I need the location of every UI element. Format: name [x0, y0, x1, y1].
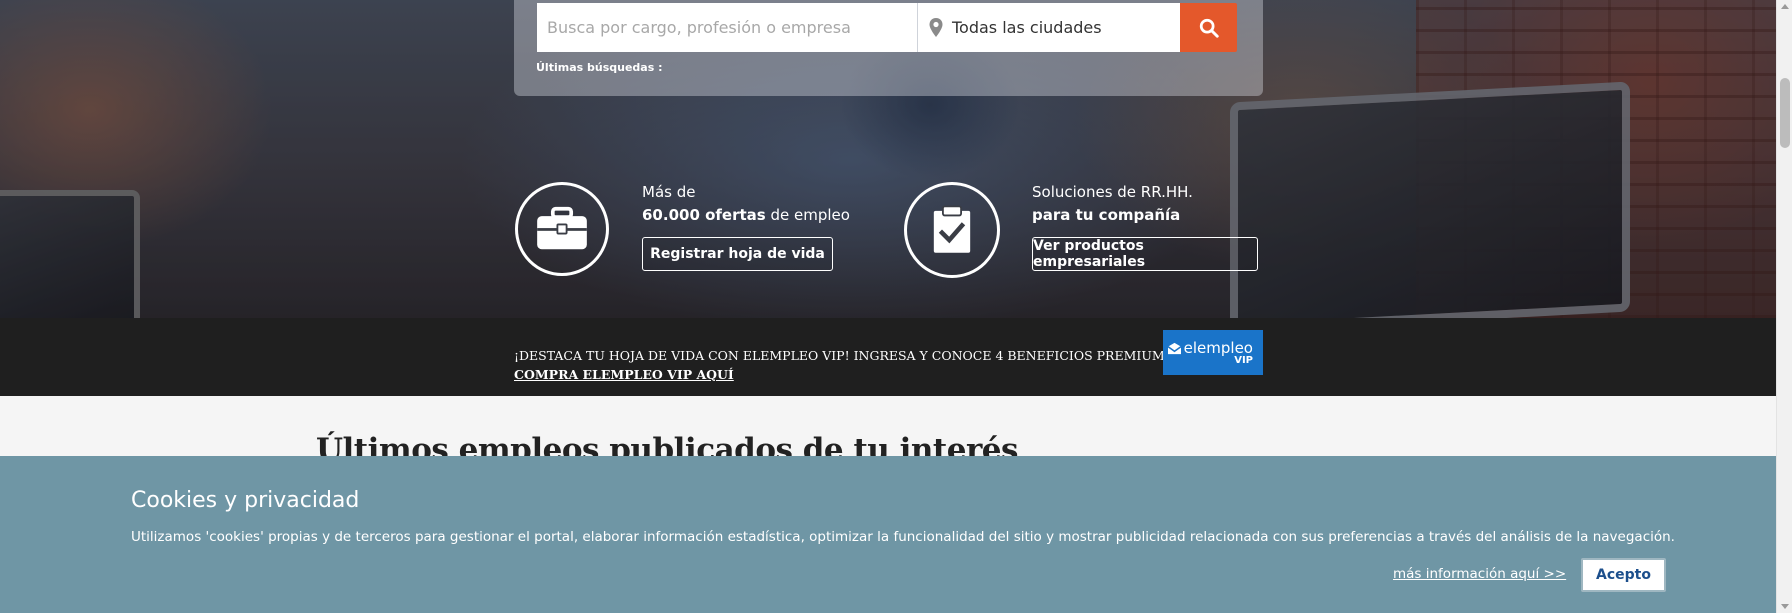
- feature-jobs-suffix: de empleo: [765, 206, 850, 224]
- location-pin-icon: [929, 17, 943, 37]
- feature-hr-line2: para tu compañía: [1032, 204, 1193, 227]
- more-info-link[interactable]: más información aquí >>: [1393, 566, 1566, 582]
- search-input[interactable]: Busca por cargo, profesión o empresa: [537, 3, 918, 52]
- page-scrollbar[interactable]: [1776, 0, 1792, 613]
- envelope-icon: [1167, 342, 1182, 354]
- feature-jobs-count: 60.000 ofertas: [642, 206, 766, 224]
- feature-jobs-text: Más de 60.000 ofertas de empleo: [642, 181, 850, 227]
- briefcase-icon: [537, 206, 587, 250]
- promo-text-block: ¡DESTACA TU HOJA DE VIDA CON ELEMPLEO VI…: [514, 346, 1165, 384]
- vip-badge-sub: VIP: [1234, 355, 1253, 366]
- cookie-title: Cookies y privacidad: [131, 488, 360, 513]
- search-icon: [1199, 18, 1219, 38]
- city-select[interactable]: Todas las ciudades: [918, 3, 1180, 52]
- scroll-down-arrow-icon[interactable]: [1781, 604, 1789, 609]
- cookie-text: Utilizamos 'cookies' propias y de tercer…: [131, 529, 1675, 545]
- search-button[interactable]: [1180, 3, 1237, 52]
- search-input-placeholder: Busca por cargo, profesión o empresa: [547, 18, 851, 37]
- scroll-up-arrow-icon[interactable]: [1781, 4, 1789, 9]
- feature-hr-strong: para tu compañía: [1032, 206, 1181, 224]
- briefcase-circle: [515, 182, 609, 276]
- register-cv-button[interactable]: Registrar hoja de vida: [642, 237, 833, 271]
- buy-vip-link[interactable]: COMPRA ELEMPLEO VIP AQUÍ: [514, 365, 1165, 384]
- city-select-value: Todas las ciudades: [952, 18, 1102, 37]
- promo-message: ¡DESTACA TU HOJA DE VIDA CON ELEMPLEO VI…: [514, 348, 1165, 363]
- elempleo-vip-badge[interactable]: elempleo VIP: [1163, 330, 1263, 375]
- scroll-thumb[interactable]: [1780, 78, 1790, 148]
- clipboard-circle: [904, 182, 1000, 278]
- feature-hr-line1: Soluciones de RR.HH.: [1032, 183, 1193, 201]
- clipboard-check-icon: [933, 205, 971, 253]
- feature-jobs-line2: 60.000 ofertas de empleo: [642, 204, 850, 227]
- business-products-button[interactable]: Ver productos empresariales: [1032, 237, 1258, 271]
- feature-hr-text: Soluciones de RR.HH. para tu compañía: [1032, 181, 1193, 227]
- accept-cookies-button[interactable]: Acepto: [1581, 558, 1666, 592]
- last-searches-label: Últimas búsquedas :: [536, 61, 663, 74]
- feature-jobs-line1: Más de: [642, 183, 696, 201]
